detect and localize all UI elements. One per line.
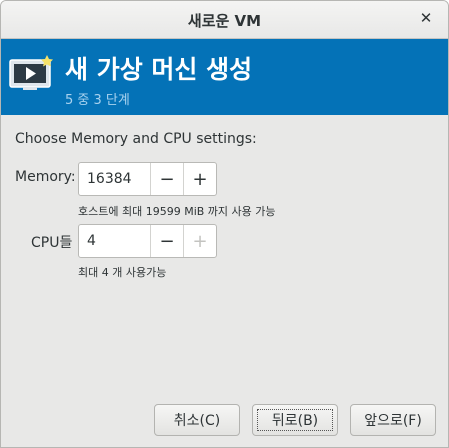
title-bar[interactable]: 새로운 VM ✕ [1,1,448,39]
header-banner: 새 가상 머신 생성 5 중 3 단계 [1,39,448,115]
page-title: 새 가상 머신 생성 [65,55,253,84]
cpu-input[interactable] [79,225,150,257]
window-title: 새로운 VM [187,12,262,30]
cpu-hint: 최대 4 개 사용가능 [78,266,167,279]
cpu-spinbox: − + [78,224,217,258]
dialog-window: 새로운 VM ✕ 새 가상 머신 생성 5 중 3 단계 Choose Memo… [0,0,449,448]
vm-monitor-icon [9,55,53,90]
memory-increment-button[interactable]: + [183,163,216,195]
forward-button[interactable]: 앞으로(F) [350,404,436,436]
memory-decrement-button[interactable]: − [150,163,183,195]
step-indicator: 5 중 3 단계 [65,93,130,108]
memory-hint: 호스트에 최대 19599 MiB 까지 사용 가능 [78,205,276,218]
cpu-decrement-button[interactable]: − [150,225,183,257]
back-button[interactable]: 뒤로(B) [252,404,338,436]
memory-label: Memory: [15,169,76,185]
memory-spinbox: − + [78,162,217,196]
section-label: Choose Memory and CPU settings: [15,131,257,147]
cpu-label: CPU들 [31,235,73,251]
close-icon[interactable]: ✕ [418,10,434,26]
memory-input[interactable] [79,163,150,195]
cancel-button[interactable]: 취소(C) [154,404,240,436]
cpu-increment-button[interactable]: + [183,225,216,257]
